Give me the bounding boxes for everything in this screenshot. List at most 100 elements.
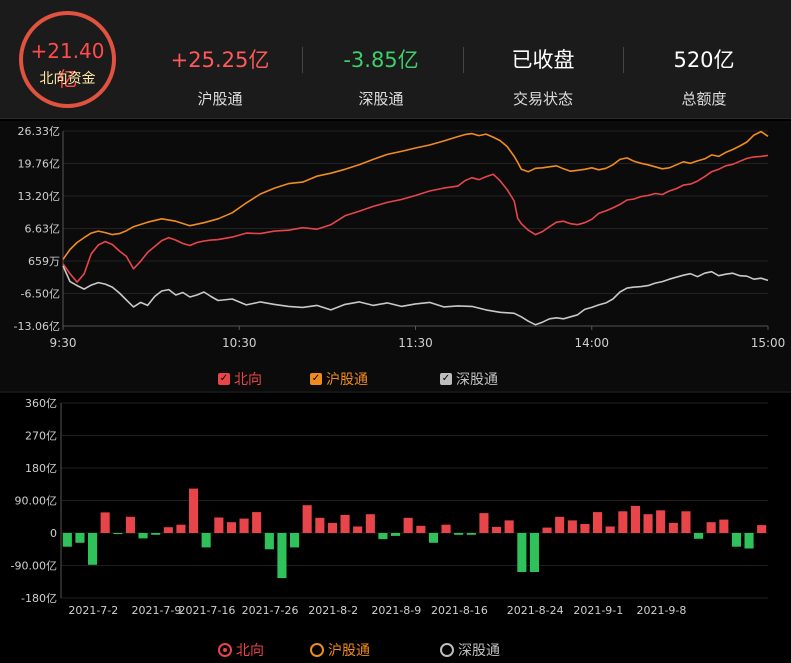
line-chart-y-tick-label: -6.50亿	[21, 288, 60, 301]
bar-chart-x-tick-label: 2021-8-16	[431, 604, 488, 617]
radio-selected-icon[interactable]	[218, 643, 232, 657]
legend-label: 北向	[234, 372, 262, 388]
bar-daily-north	[403, 517, 413, 533]
bar-daily-north	[492, 526, 502, 533]
bar-daily-north	[365, 514, 375, 533]
bar-daily-north	[62, 533, 72, 547]
bar-chart-x-tick-label: 2021-9-1	[573, 604, 623, 617]
line-chart-x-tick-label: 14:00	[574, 336, 609, 350]
bar-chart-x-tick-label: 2021-8-2	[308, 604, 358, 617]
line-chart-x-tick-label: 10:30	[222, 336, 257, 350]
legend-label: 北向	[236, 643, 264, 659]
bar-daily-north	[100, 512, 110, 533]
bar-chart-y-tick-label: -180亿	[21, 592, 57, 605]
bar-daily-north	[731, 533, 741, 547]
bar-daily-north	[378, 533, 388, 540]
bar-daily-north	[151, 533, 161, 535]
bar-daily-north	[593, 512, 603, 533]
checkbox-icon[interactable]: ✓	[440, 373, 452, 385]
bar-chart-y-tick-label: 0	[50, 527, 57, 540]
bar-daily-north	[138, 533, 148, 539]
bar-daily-north	[630, 505, 640, 533]
bar-chart-x-tick-label: 2021-8-9	[371, 604, 421, 617]
bar-daily-north	[353, 526, 363, 533]
line-chart-background	[0, 121, 791, 391]
bar-chart-x-tick-label: 2021-8-24	[507, 604, 564, 617]
bar-daily-north	[605, 526, 615, 533]
bar-daily-north	[226, 522, 236, 533]
bar-daily-north	[125, 516, 135, 534]
line-chart-y-tick-label: 6.63亿	[25, 223, 61, 236]
bar-daily-north	[277, 533, 287, 579]
bar-daily-north	[113, 533, 123, 535]
radio-icon[interactable]	[310, 643, 324, 657]
bar-daily-north	[340, 514, 350, 533]
legend-top-north[interactable]: ✓ 北向	[218, 369, 262, 389]
bar-chart-x-tick-label: 2021-7-26	[242, 604, 299, 617]
legend-label: 沪股通	[328, 643, 370, 659]
radio-icon[interactable]	[440, 643, 454, 657]
bar-daily-north	[706, 522, 716, 533]
line-chart-y-tick-label: 19.76亿	[18, 158, 61, 171]
legend-bottom-shanghai[interactable]: 沪股通	[310, 640, 370, 660]
bar-chart-y-tick-label: 360亿	[25, 397, 57, 410]
bar-daily-north	[618, 511, 628, 533]
bar-daily-north	[302, 505, 312, 533]
legend-label: 沪股通	[326, 372, 368, 388]
bar-daily-north	[88, 533, 98, 565]
bar-daily-north	[580, 524, 590, 533]
bar-daily-north	[454, 533, 464, 535]
line-chart-y-tick-label: 26.33亿	[18, 125, 61, 138]
bar-daily-north	[517, 533, 527, 572]
bar-daily-north	[416, 525, 426, 533]
bar-daily-north	[744, 533, 754, 549]
bar-chart-x-tick-label: 2021-9-8	[636, 604, 686, 617]
bar-daily-north	[239, 518, 249, 533]
bar-daily-north	[542, 527, 552, 533]
bar-daily-north	[75, 533, 85, 543]
bar-daily-north	[252, 512, 262, 533]
legend-label: 深股通	[458, 643, 500, 659]
bar-daily-north	[555, 516, 565, 534]
bar-daily-north	[264, 533, 274, 550]
line-chart-y-tick-label: -13.06亿	[14, 320, 60, 333]
legend-label: 深股通	[456, 372, 498, 388]
bar-daily-north	[757, 525, 767, 533]
checkbox-icon[interactable]: ✓	[218, 373, 230, 385]
line-chart-x-tick-label: 15:00	[751, 336, 786, 350]
line-chart-x-tick-label: 11:30	[398, 336, 433, 350]
checkbox-icon[interactable]: ✓	[310, 373, 322, 385]
line-chart-y-tick-label: 659万	[28, 255, 60, 268]
legend-bottom-north[interactable]: 北向	[218, 640, 264, 660]
bar-daily-north	[290, 533, 300, 548]
bar-daily-north	[176, 524, 186, 533]
bar-chart-y-tick-label: 270亿	[25, 430, 57, 443]
bar-chart-y-tick-label: 90.00亿	[15, 495, 58, 508]
charts-canvas: 26.33亿 19.76亿 13.20亿 6.63亿 659万 -6.50亿 -13.06亿…	[0, 121, 791, 617]
legend-bottom-shenzhen[interactable]: 深股通	[440, 640, 500, 660]
bar-daily-north	[567, 520, 577, 533]
bar-daily-north	[163, 527, 173, 533]
bar-daily-north	[428, 533, 438, 543]
bar-daily-north	[504, 520, 514, 533]
bar-daily-north	[201, 533, 211, 548]
bar-daily-north	[327, 522, 337, 533]
bar-daily-north	[529, 533, 539, 572]
legend-top-shenzhen[interactable]: ✓ 深股通	[440, 369, 498, 389]
bar-chart-y-tick-label: 180亿	[25, 462, 57, 475]
line-chart-y-tick-label: 13.20亿	[18, 190, 61, 203]
bar-daily-north	[656, 510, 666, 534]
bar-daily-north	[466, 533, 476, 535]
line-chart-x-tick-label: 9:30	[50, 336, 77, 350]
bar-daily-north	[643, 514, 653, 533]
bar-daily-north	[189, 488, 199, 533]
bar-daily-north	[719, 519, 729, 533]
legend-top-shanghai[interactable]: ✓ 沪股通	[310, 369, 368, 389]
bar-daily-north	[315, 517, 325, 533]
bar-chart-x-tick-label: 2021-7-9	[131, 604, 181, 617]
bar-chart-x-tick-label: 2021-7-16	[178, 604, 235, 617]
bar-daily-north	[479, 513, 489, 533]
bar-daily-north	[681, 511, 691, 533]
bar-daily-north	[694, 533, 704, 539]
bar-daily-north	[441, 524, 451, 533]
